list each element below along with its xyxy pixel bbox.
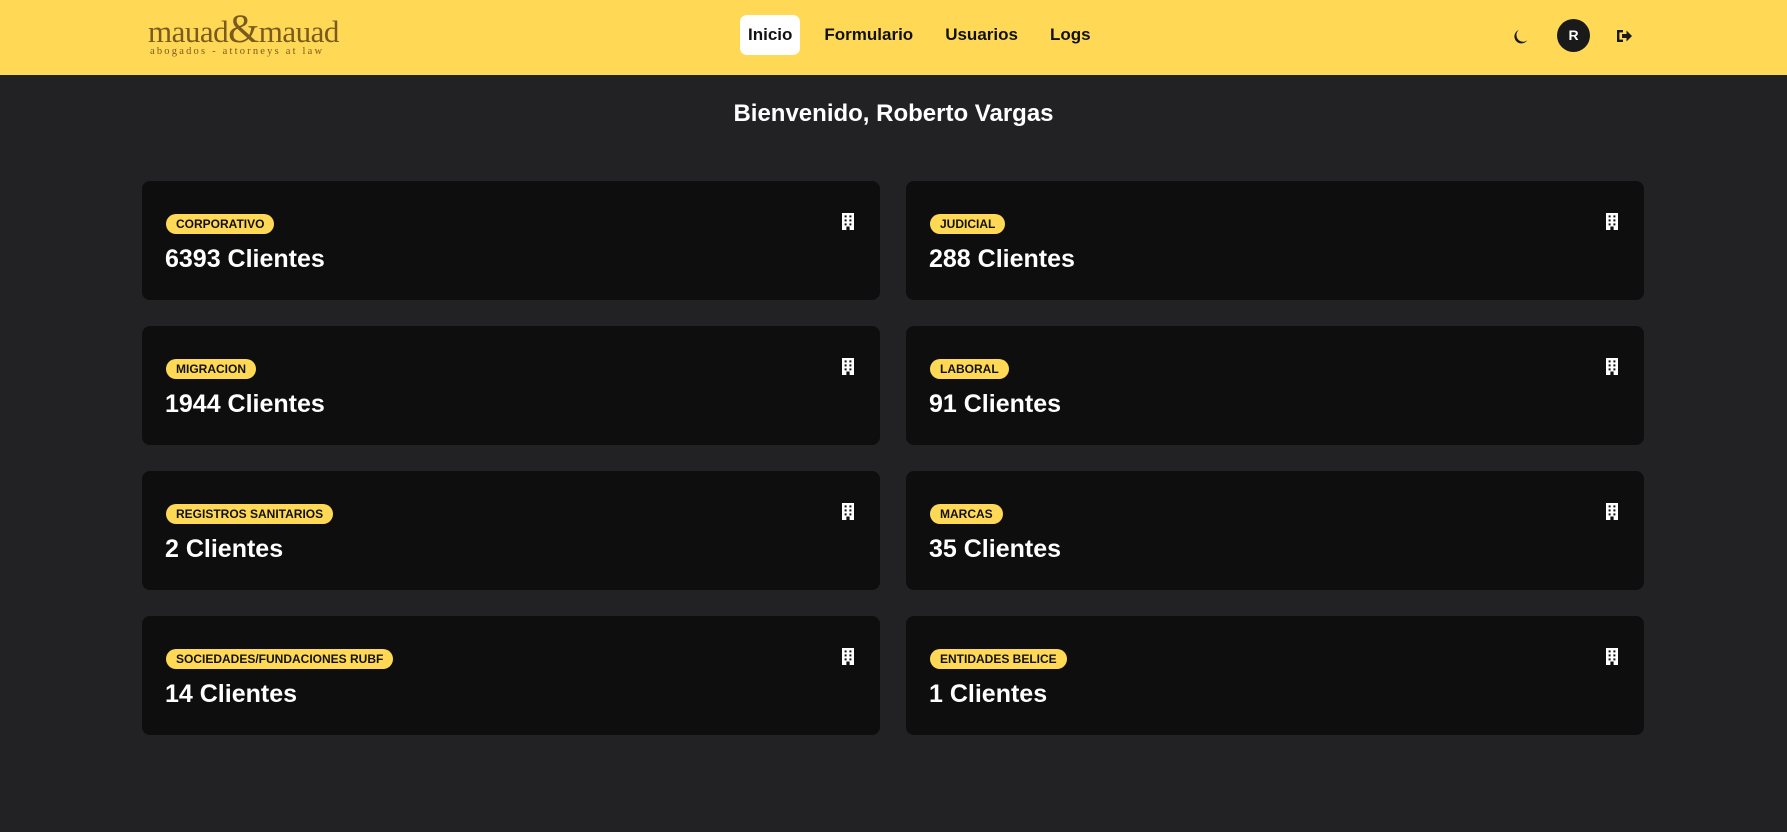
category-badge: CORPORATIVO — [166, 214, 275, 234]
logo-wordmark: mauad&mauad — [148, 9, 344, 49]
logo-tagline: abogados - attorneys at law — [150, 46, 325, 57]
building-icon — [1606, 648, 1618, 665]
nav-item-inicio[interactable]: Inicio — [740, 15, 801, 55]
client-count: 1 Clientes — [929, 680, 1048, 708]
category-badge: MARCAS — [930, 504, 1003, 524]
building-icon — [1606, 358, 1618, 375]
clients-summary-grid: CORPORATIVO 6393 Clientes JUDICIAL 288 C… — [142, 181, 1644, 735]
logo-word-right: mauad — [258, 14, 340, 49]
category-badge: SOCIEDADES/FUNDACIONES RUBF — [166, 649, 394, 669]
category-card[interactable]: CORPORATIVO 6393 Clientes — [142, 181, 880, 300]
client-count: 91 Clientes — [929, 390, 1062, 418]
category-badge: LABORAL — [930, 359, 1009, 379]
category-card[interactable]: MIGRACION 1944 Clientes — [142, 326, 880, 445]
building-icon — [842, 358, 854, 375]
building-icon — [842, 503, 854, 520]
client-count: 288 Clientes — [929, 245, 1075, 273]
category-card[interactable]: ENTIDADES BELICE 1 Clientes — [906, 616, 1644, 735]
nav-item-logs[interactable]: Logs — [1042, 15, 1099, 55]
category-badge: ENTIDADES BELICE — [930, 649, 1067, 669]
logo-word-left: mauad — [148, 14, 229, 49]
welcome-heading: Bienvenido, Roberto Vargas — [733, 100, 1054, 127]
nav-item-usuarios[interactable]: Usuarios — [937, 15, 1026, 55]
category-badge: JUDICIAL — [930, 214, 1006, 234]
logout-icon[interactable] — [1614, 26, 1634, 46]
category-card[interactable]: JUDICIAL 288 Clientes — [906, 181, 1644, 300]
moon-icon[interactable] — [1512, 26, 1532, 46]
client-count: 1944 Clientes — [165, 390, 325, 418]
building-icon — [1606, 213, 1618, 230]
nav-item-formulario[interactable]: Formulario — [816, 15, 921, 55]
category-badge: MIGRACION — [166, 359, 256, 379]
category-badge: REGISTROS SANITARIOS — [166, 504, 334, 524]
client-count: 14 Clientes — [165, 680, 298, 708]
building-icon — [842, 648, 854, 665]
top-navbar: mauad&mauad abogados - attorneys at law … — [0, 0, 1787, 75]
client-count: 2 Clientes — [165, 535, 284, 563]
main-nav: Inicio Formulario Usuarios Logs — [740, 15, 1111, 55]
category-card[interactable]: LABORAL 91 Clientes — [906, 326, 1644, 445]
client-count: 6393 Clientes — [165, 245, 325, 273]
building-icon — [842, 213, 854, 230]
logo-ampersand: & — [228, 6, 259, 51]
category-card[interactable]: MARCAS 35 Clientes — [906, 471, 1644, 590]
category-card[interactable]: SOCIEDADES/FUNDACIONES RUBF 14 Clientes — [142, 616, 880, 735]
client-count: 35 Clientes — [929, 535, 1062, 563]
building-icon — [1606, 503, 1618, 520]
company-logo[interactable]: mauad&mauad abogados - attorneys at law — [148, 9, 344, 58]
user-avatar[interactable]: R — [1557, 19, 1590, 52]
category-card[interactable]: REGISTROS SANITARIOS 2 Clientes — [142, 471, 880, 590]
